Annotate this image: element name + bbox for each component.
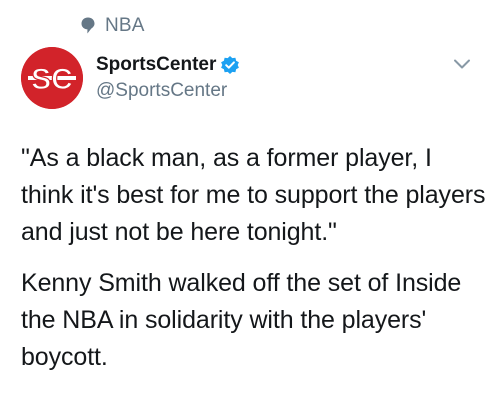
author-name-row[interactable]: SportsCenter <box>96 52 240 78</box>
topic-context[interactable]: NBA <box>80 14 145 38</box>
avatar-text: SC <box>31 63 73 96</box>
tweet-quote-paragraph: "As a black man, as a former player, I t… <box>21 144 486 246</box>
topic-bubble-icon <box>80 16 96 36</box>
display-name[interactable]: SportsCenter <box>96 54 216 76</box>
tweet-text: "As a black man, as a former player, I t… <box>21 140 486 376</box>
chevron-down-icon[interactable] <box>453 57 471 71</box>
avatar[interactable]: SC <box>21 47 83 109</box>
espn-sportscenter-logo: SC <box>21 47 83 109</box>
topic-label: NBA <box>105 15 145 36</box>
author-handle[interactable]: @SportsCenter <box>96 80 227 102</box>
verified-badge-icon <box>220 55 240 75</box>
tweet-description-paragraph: Kenny Smith walked off the set of Inside… <box>21 269 462 371</box>
